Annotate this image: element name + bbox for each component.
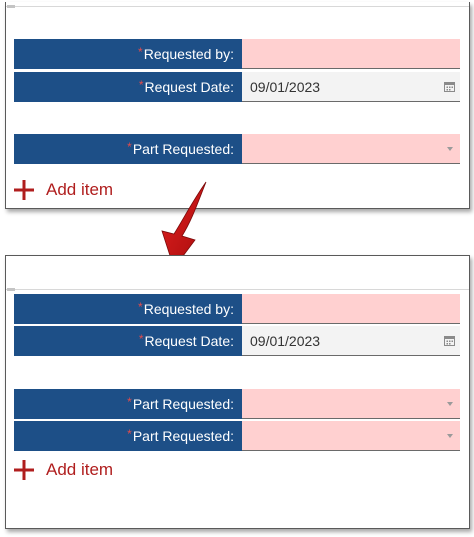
required-marker: * (127, 140, 132, 154)
chevron-down-icon[interactable] (447, 434, 453, 438)
part-requested-dropdown[interactable] (242, 389, 460, 419)
form-before-panel: *Requested by: *Request Date: 09/01/2023… (5, 2, 470, 209)
part-requested-row: *Part Requested: (14, 134, 460, 164)
calendar-icon[interactable] (444, 81, 455, 92)
part-requested-dropdown[interactable] (242, 134, 460, 164)
required-marker: * (138, 300, 143, 314)
requested-by-label: *Requested by: (14, 294, 242, 324)
request-date-label: *Request Date: (14, 72, 242, 102)
requested-by-label-text: Requested by: (143, 301, 234, 317)
part-requested-label: *Part Requested: (14, 421, 242, 451)
requested-by-input[interactable] (242, 39, 460, 69)
request-date-value: 09/01/2023 (250, 333, 321, 349)
add-item-label[interactable]: Add item (46, 458, 113, 482)
required-marker: * (138, 78, 144, 92)
part-requested-label-text: Part Requested: (132, 141, 234, 157)
resize-handle (7, 5, 15, 8)
chevron-down-icon[interactable] (447, 402, 453, 406)
required-marker: * (138, 332, 144, 346)
request-date-input[interactable]: 09/01/2023 (242, 72, 460, 102)
part-requested-row: *Part Requested: (14, 389, 460, 419)
plus-icon[interactable] (14, 180, 34, 200)
part-requested-label: *Part Requested: (14, 389, 242, 419)
part-requested-label-text: Part Requested: (132, 428, 234, 444)
add-item-label[interactable]: Add item (46, 178, 113, 202)
form-after-panel: *Requested by: *Request Date: 09/01/2023… (5, 255, 470, 529)
top-divider (6, 288, 469, 291)
part-requested-row: *Part Requested: (14, 421, 460, 451)
request-date-label: *Request Date: (14, 326, 242, 356)
request-date-row: *Request Date: 09/01/2023 (14, 72, 460, 102)
request-date-value: 09/01/2023 (250, 79, 321, 95)
request-date-row: *Request Date: 09/01/2023 (14, 326, 460, 356)
calendar-icon[interactable] (444, 335, 455, 346)
part-requested-dropdown[interactable] (242, 421, 460, 451)
part-requested-label-text: Part Requested: (132, 396, 234, 412)
required-marker: * (127, 427, 132, 441)
chevron-down-icon[interactable] (447, 147, 453, 151)
requested-by-row: *Requested by: (14, 39, 460, 69)
top-divider (6, 5, 469, 8)
request-date-label-text: Request Date: (144, 333, 235, 349)
required-marker: * (138, 45, 143, 59)
requested-by-row: *Requested by: (14, 294, 460, 324)
requested-by-label-text: Requested by: (143, 46, 234, 62)
request-date-input[interactable]: 09/01/2023 (242, 326, 460, 356)
resize-handle (7, 288, 15, 291)
plus-icon[interactable] (14, 460, 34, 480)
part-requested-label: *Part Requested: (14, 134, 242, 164)
requested-by-label: *Requested by: (14, 39, 242, 69)
requested-by-input[interactable] (242, 294, 460, 324)
required-marker: * (127, 395, 132, 409)
request-date-label-text: Request Date: (144, 79, 235, 95)
